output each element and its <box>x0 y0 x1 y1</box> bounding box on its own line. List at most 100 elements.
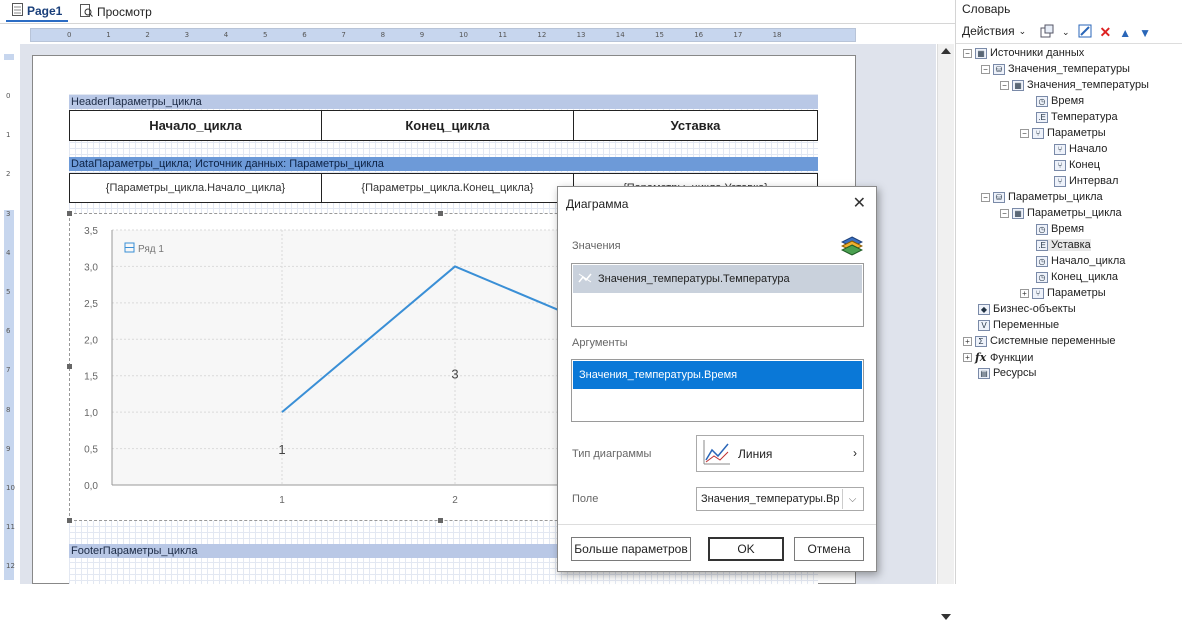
scroll-down-icon[interactable] <box>941 614 951 620</box>
system-variable-icon: Σ <box>975 336 987 347</box>
close-icon[interactable]: ✕ <box>853 193 866 213</box>
table-icon: ▦ <box>1012 208 1024 219</box>
chevron-down-icon: ⌄ <box>1019 26 1027 37</box>
tree-item-resources[interactable]: ▤Ресурсы <box>978 367 1036 379</box>
tree-item-system-variables[interactable]: +ΣСистемные переменные <box>963 335 1116 347</box>
new-item-icon[interactable] <box>1040 24 1054 41</box>
tree-item-column[interactable]: ◷Время <box>1036 95 1084 107</box>
tree-item-column-selected[interactable]: .EУставка <box>1036 239 1091 251</box>
edit-icon[interactable] <box>1078 24 1092 41</box>
chevron-right-icon: › <box>853 446 857 460</box>
ruler-tick-label: 9 <box>420 31 424 39</box>
resize-handle[interactable] <box>438 211 443 216</box>
args-list-item[interactable]: Значения_температуры.Время <box>573 361 862 389</box>
ruler-tick-label: 12 <box>537 31 546 39</box>
clock-icon: ◷ <box>1036 272 1048 283</box>
field-select[interactable]: Значения_температуры.Вр ⌵ <box>696 487 864 511</box>
data-cell-end[interactable]: {Параметры_цикла.Конец_цикла} <box>321 173 574 203</box>
ruler-tick-label: 8 <box>6 406 10 414</box>
series-icon <box>578 272 592 287</box>
move-up-icon[interactable]: ▲ <box>1119 26 1131 40</box>
ruler-tick-label: 18 <box>773 31 782 39</box>
tree-item-column[interactable]: ⑂Конец <box>1054 159 1100 171</box>
resize-handle[interactable] <box>438 518 443 523</box>
tree-item-column[interactable]: .EТемпература <box>1036 111 1118 123</box>
tree-item-table[interactable]: −▦Параметры_цикла <box>1000 207 1122 219</box>
tree-item-datasource[interactable]: −⛁Параметры_цикла <box>981 191 1103 203</box>
tab-page1[interactable]: Page1 <box>6 2 68 22</box>
dictionary-title: Словарь <box>962 2 1010 16</box>
chart-type-selector[interactable]: Линия › <box>696 435 864 472</box>
relation-icon: ⑂ <box>1054 144 1066 155</box>
horizontal-ruler: 0123456789101112131415161718 <box>30 28 856 42</box>
field-value: Значения_температуры.Вр <box>701 493 839 505</box>
toolbar-divider <box>956 43 1182 44</box>
tree-item-table[interactable]: −▦Значения_температуры <box>1000 79 1149 91</box>
database-icon: ⛁ <box>993 64 1005 75</box>
ruler-tick-label: 15 <box>655 31 664 39</box>
more-params-button[interactable]: Больше параметров <box>571 537 691 561</box>
tab-preview[interactable]: Просмотр <box>74 2 158 22</box>
ruler-tick-label: 3 <box>6 210 10 218</box>
vertical-scrollbar[interactable] <box>937 44 954 584</box>
tree-item-relation[interactable]: +⑂Параметры <box>1020 287 1106 299</box>
actions-menu[interactable]: Действия ⌄ <box>962 24 1026 38</box>
move-down-icon[interactable]: ▼ <box>1139 26 1151 40</box>
tree-item-column[interactable]: ⑂Интервал <box>1054 175 1118 187</box>
tree-item-business-objects[interactable]: ◆Бизнес-объекты <box>978 303 1076 315</box>
clock-icon: ◷ <box>1036 96 1048 107</box>
tree-item-variables[interactable]: VПеременные <box>978 319 1059 331</box>
resize-handle[interactable] <box>67 518 72 523</box>
page-icon <box>12 3 23 19</box>
values-list-item[interactable]: Значения_температуры.Температура <box>573 265 862 293</box>
tree-item-column[interactable]: ◷Начало_цикла <box>1036 255 1125 267</box>
ruler-tick-label: 8 <box>381 31 385 39</box>
ruler-tick-label: 1 <box>6 131 10 139</box>
ruler-tick-label: 5 <box>263 31 267 39</box>
data-label: 1 <box>278 442 285 457</box>
chevron-down-icon[interactable]: ⌄ <box>1062 27 1070 38</box>
resize-handle[interactable] <box>67 364 72 369</box>
ruler-tick-label: 11 <box>498 31 507 39</box>
tab-bar: Page1 Просмотр <box>0 0 955 24</box>
tree-item-column[interactable]: ◷Конец_цикла <box>1036 271 1118 283</box>
business-objects-icon: ◆ <box>978 304 990 315</box>
tree-item-data-sources[interactable]: −▦Источники данных <box>963 47 1084 59</box>
args-label: Аргументы <box>572 337 628 349</box>
layers-icon[interactable] <box>841 235 863 260</box>
clock-icon: ◷ <box>1036 256 1048 267</box>
tree-item-datasource[interactable]: −⛁Значения_температуры <box>981 63 1130 75</box>
values-list[interactable]: Значения_температуры.Температура <box>571 263 864 327</box>
dialog-title: Диаграмма <box>566 197 628 211</box>
x-tick-label: 2 <box>452 495 458 506</box>
header-cell-end[interactable]: Конец_цикла <box>321 110 574 141</box>
ruler-tick-label: 0 <box>6 92 10 100</box>
chevron-down-icon[interactable]: ⌵ <box>842 489 862 509</box>
dialog-divider <box>558 524 876 525</box>
relation-icon: ⑂ <box>1032 128 1044 139</box>
cancel-button[interactable]: Отмена <box>794 537 864 561</box>
data-band[interactable]: DataПараметры_цикла; Источник данных: Па… <box>69 157 818 171</box>
relation-icon: ⑂ <box>1054 176 1066 187</box>
ok-button[interactable]: OK <box>708 537 784 561</box>
delete-icon[interactable]: ✕ <box>1100 24 1112 41</box>
header-cell-start[interactable]: Начало_цикла <box>69 110 322 141</box>
clock-icon: ◷ <box>1036 224 1048 235</box>
args-list[interactable]: Значения_температуры.Время <box>571 359 864 422</box>
data-cell-start[interactable]: {Параметры_цикла.Начало_цикла} <box>69 173 322 203</box>
chart-dialog: Диаграмма ✕ Значения Значения_температур… <box>557 186 877 572</box>
ruler-tick-label: 5 <box>6 288 10 296</box>
data-label: 3 <box>451 366 458 381</box>
y-tick-label: 0,5 <box>84 445 98 456</box>
tree-item-relation[interactable]: −⑂Параметры <box>1020 127 1106 139</box>
header-band[interactable]: HeaderПараметры_цикла <box>69 95 818 109</box>
tree-item-column[interactable]: ◷Время <box>1036 223 1084 235</box>
resize-handle[interactable] <box>67 211 72 216</box>
tree-item-functions[interactable]: +fxФункции <box>963 351 1033 364</box>
header-cell-setpoint[interactable]: Уставка <box>573 110 818 141</box>
tree-item-column[interactable]: ⑂Начало <box>1054 143 1107 155</box>
y-tick-label: 1,5 <box>84 372 98 383</box>
ruler-tick-label: 7 <box>6 366 10 374</box>
scroll-up-icon[interactable] <box>941 48 951 54</box>
ruler-tick-label: 6 <box>6 327 10 335</box>
